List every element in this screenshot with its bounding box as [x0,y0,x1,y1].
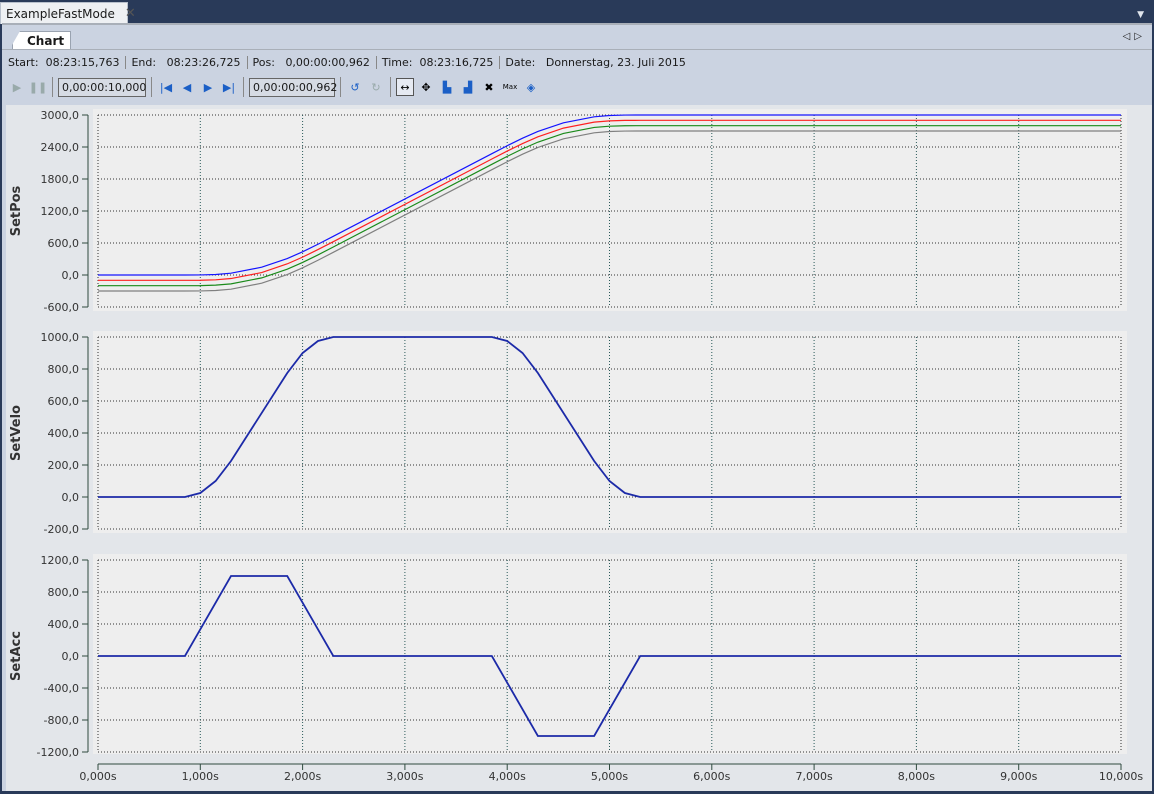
date-value: Donnerstag, 23. Juli 2015 [545,55,686,69]
step-forward-icon[interactable]: ▶ [199,78,217,96]
position-input[interactable]: 0,00:00:00,962 [249,77,337,97]
y-tick-label: 600,0 [48,395,80,408]
close-icon[interactable]: ✕ [125,6,136,21]
end-value: 08:23:26,725 [166,55,241,69]
y-axis-title: SetVelo [9,405,24,461]
skip-to-end-icon[interactable]: ▶| [220,78,238,96]
x-tick-label: 9,000s [1000,770,1037,783]
document-tab[interactable]: ExampleFastMode ✕ [0,2,136,24]
y-axis-title: SetPos [9,185,24,236]
zoom-max-icon[interactable]: Max [501,78,519,96]
y-tick-label: 200,0 [48,459,80,472]
x-tick-label: 6,000s [693,770,730,783]
y-tick-label: 1000,0 [41,331,80,344]
zoom-max-label: Max [502,83,518,91]
y-tick-label: 1200,0 [41,554,80,567]
divider [52,77,53,97]
tab-chart[interactable]: Chart [12,31,72,50]
step-back-icon[interactable]: ◀ [178,78,196,96]
zoom-y-icon[interactable]: ▟ [459,78,477,96]
divider [243,77,244,97]
y-tick-label: 3000,0 [41,109,80,122]
zoom-x-icon[interactable]: ▙ [438,78,456,96]
y-tick-label: 800,0 [48,586,80,599]
x-tick-label: 10,000s [1099,770,1143,783]
dropdown-arrow-icon[interactable]: ▼ [1137,10,1144,20]
x-tick-label: 0,000s [79,770,116,783]
x-tick-label: 4,000s [489,770,526,783]
undo-icon[interactable]: ↺ [346,78,364,96]
end-label: End: [131,55,157,69]
divider [2,49,1152,50]
divider [340,77,341,97]
y-tick-label: 0,0 [62,491,80,504]
y-axis-title: SetAcc [9,631,24,681]
divider [151,77,152,97]
charts-svg: 3000,0 2400,0 1800,0 1200,0 600,0 0,0 -600,0 Se… [9,109,1143,783]
chart-window: Chart ◁▷ Start: 08:23:15,763 End: 08:23:… [2,23,1152,791]
y-tick-label: -800,0 [44,714,79,727]
y-tick-label: 0,0 [62,650,80,663]
start-value: 08:23:15,763 [45,55,120,69]
y-tick-label: 2400,0 [41,141,80,154]
x-tick-label: 5,000s [591,770,628,783]
x-tick-label: 2,000s [284,770,321,783]
y-tick-label: 400,0 [48,618,80,631]
cursor-off-icon[interactable]: ✖ [480,78,498,96]
y-tick-label: 400,0 [48,427,80,440]
end-info: End: 08:23:26,725 [131,55,248,69]
pos-info: Pos: 0,00:00:00,962 [252,55,377,69]
y-tick-label: 0,0 [62,269,80,282]
y-tick-label: 800,0 [48,363,80,376]
y-tick-label: 600,0 [48,237,80,250]
time-value: 08:23:16,725 [419,55,494,69]
y-tick-label: -400,0 [44,682,79,695]
time-info: Time: 08:23:16,725 [381,55,501,69]
toolbar: ▶ ❚❚ 0,00:00:10,000 |◀ ◀ ▶ ▶| 0,00:00:00… [8,76,540,98]
x-tick-label: 8,000s [898,770,935,783]
info-bar: Start: 08:23:15,763 End: 08:23:26,725 Po… [8,53,697,71]
y-tick-label: 1800,0 [41,173,80,186]
divider [390,77,391,97]
scroll-left-icon[interactable]: ◁ [1123,31,1135,42]
document-tab-label: ExampleFastMode [6,6,115,21]
chart-area[interactable]: 3000,0 2400,0 1800,0 1200,0 600,0 0,0 -600,0 Se… [6,105,1152,791]
pan-horizontal-icon[interactable]: ↔ [396,78,414,96]
y-tick-label: -200,0 [44,523,79,536]
tab-navigation: ◁▷ [1123,31,1146,42]
y-tick-label: 1200,0 [41,205,80,218]
time-label: Time: [381,55,413,69]
play-icon[interactable]: ▶ [8,78,26,96]
date-label: Date: [505,55,536,69]
date-info: Date: Donnerstag, 23. Juli 2015 [505,56,692,69]
scroll-right-icon[interactable]: ▷ [1134,31,1146,42]
start-label: Start: [8,55,39,69]
y-tick-label: -600,0 [44,301,79,314]
fit-icon[interactable]: ◈ [522,78,540,96]
skip-to-start-icon[interactable]: |◀ [157,78,175,96]
y-tick-label: -1200,0 [37,746,79,759]
start-info: Start: 08:23:15,763 [8,55,127,69]
x-tick-label: 1,000s [182,770,219,783]
x-tick-label: 3,000s [386,770,423,783]
range-input[interactable]: 0,00:00:10,000 [58,77,146,97]
redo-icon[interactable]: ↻ [367,78,385,96]
pos-value: 0,00:00:00,962 [285,55,370,69]
pan-all-icon[interactable]: ✥ [417,78,435,96]
x-tick-label: 7,000s [795,770,832,783]
pos-label: Pos: [252,55,275,69]
pause-icon[interactable]: ❚❚ [29,78,47,96]
